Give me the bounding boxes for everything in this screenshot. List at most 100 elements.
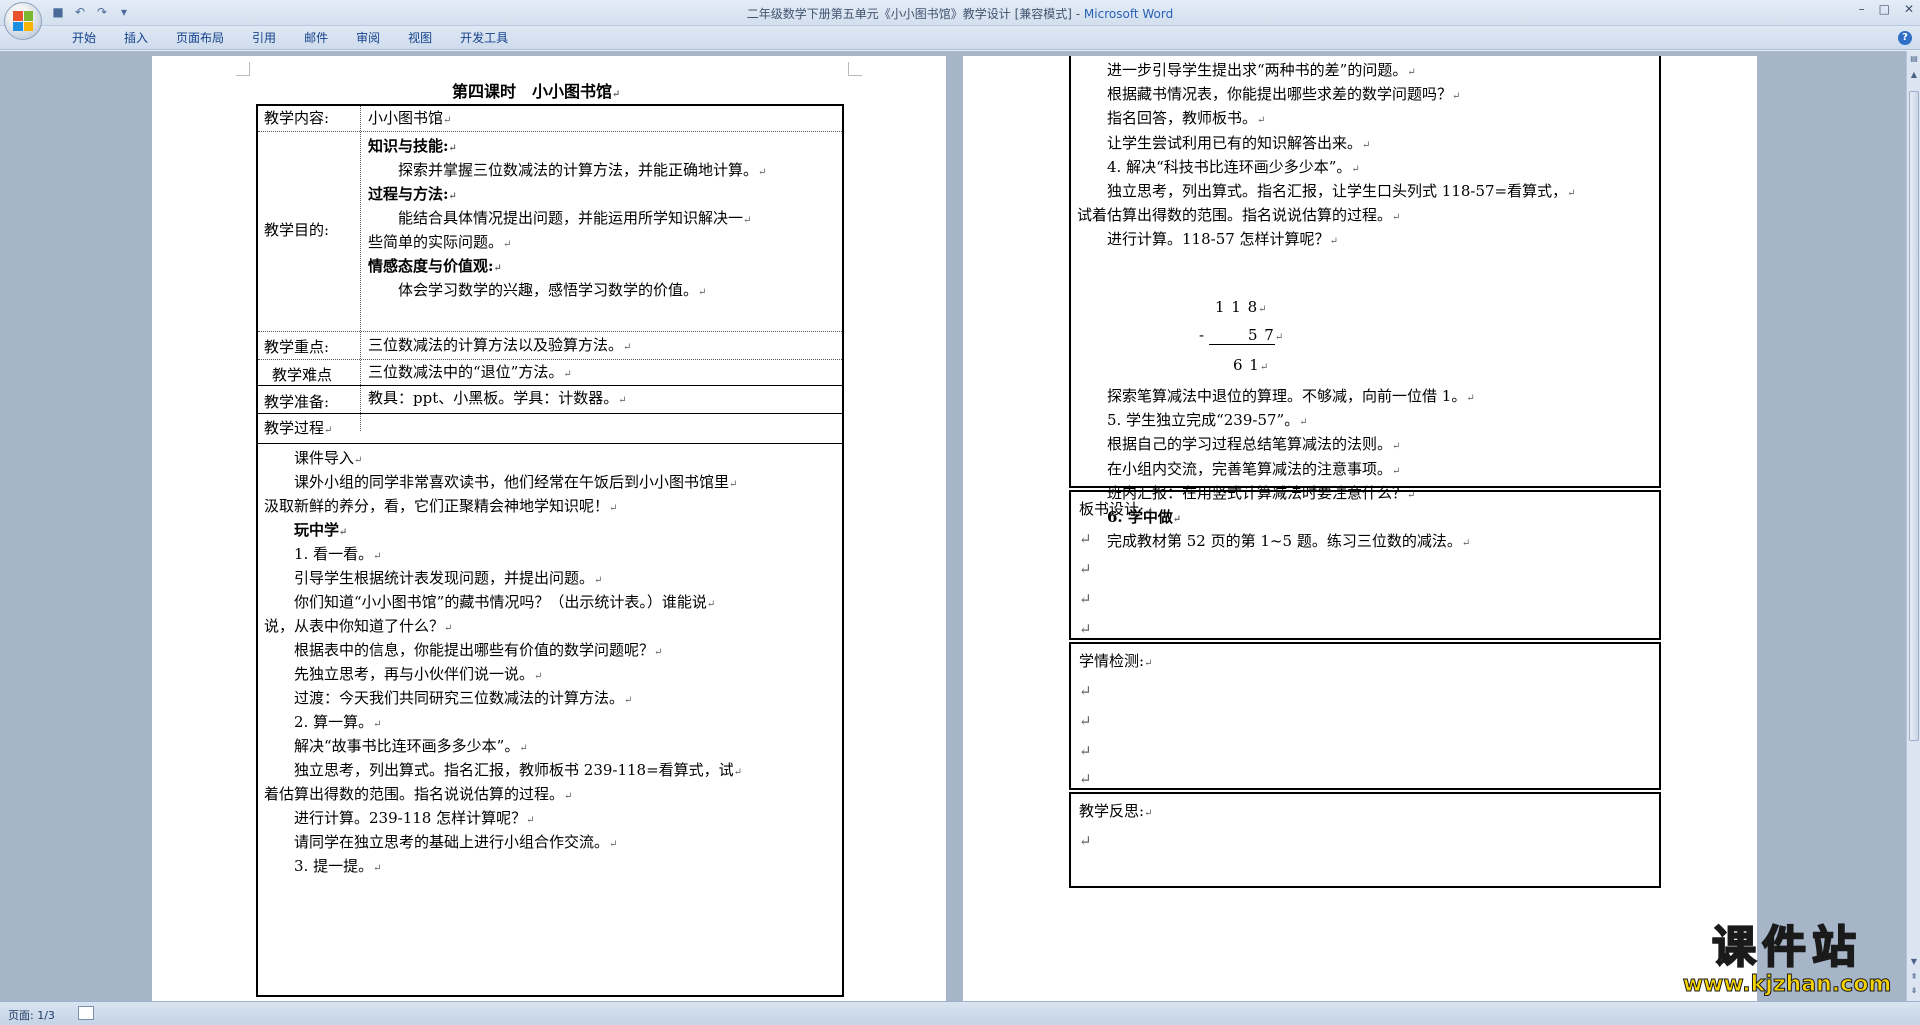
scroll-thumb[interactable] (1909, 91, 1919, 741)
watermark-main: 课件站 (1711, 922, 1862, 973)
scroll-down-icon[interactable]: ▼ (1908, 956, 1920, 968)
paragraph-line: 试着估算出得数的范围。指名说说估算的过程。↵ (1077, 206, 1401, 225)
paragraph-line: 说，从表中你知道了什么？↵ (264, 617, 453, 635)
paragraph-line: 独立思考，列出算式。指名汇报，教师板书 239-118=看算式，试↵ (294, 761, 743, 779)
paragraph-line: 4. 解决“科技书比连环画少多少本”。↵ (1107, 157, 1360, 176)
tab-6[interactable]: 视图 (394, 30, 446, 46)
next-page-icon[interactable]: ⇟ (1908, 985, 1920, 997)
paragraph-line: 引导学生根据统计表发现问题，并提出问题。↵ (294, 569, 603, 587)
empty-paragraph: ↵ (1079, 590, 1092, 608)
paragraph-line: 情感态度与价值观:↵ (368, 257, 502, 275)
paragraph-line: 进行计算。118-57 怎样计算呢？↵ (1107, 230, 1338, 249)
calc-minus-line: - 5 7↵ (1199, 326, 1284, 345)
page-2: 进一步引导学生提出求“两种书的差”的问题。↵ 根据藏书情况表，你能提出哪些求差的数… (963, 56, 1757, 1001)
empty-paragraph: ↵ (1079, 530, 1092, 548)
paragraph-line: 知识与技能:↵ (368, 137, 457, 155)
prep-label: 教学准备: (264, 393, 330, 411)
document-area: 第四课时 小小图书馆↵ 教学内容: 小小图书馆↵ 教学目的: 知识与技能:↵ 探索… (0, 51, 1906, 1001)
paragraph-line: 进一步引导学生提出求“两种书的差”的问题。↵ (1107, 61, 1416, 79)
minimize-button[interactable]: – (1859, 2, 1865, 16)
help-icon[interactable]: ? (1898, 31, 1912, 45)
prep-value: 教具：ppt、小黑板。学具：计数器。↵ (368, 389, 627, 407)
paragraph-line: 探索笔算减法中退位的算理。不够减，向前一位借 1。↵ (1107, 387, 1475, 405)
calc-result: 6 1↵ (1233, 356, 1270, 374)
paragraph-line: 汲取新鲜的养分，看，它们正聚精会神地学知识呢！↵ (264, 497, 618, 515)
learning-check-label: 学情检测:↵ (1079, 652, 1153, 670)
lesson-table: 教学内容: 小小图书馆↵ 教学目的: 知识与技能:↵ 探索并掌握三位数减法的计算方… (256, 104, 844, 997)
difficulty-label: 教学难点 (272, 366, 333, 384)
tab-4[interactable]: 邮件 (290, 30, 342, 46)
watermark-logo: 课件站 www.kjzhan.com (1672, 922, 1902, 1000)
paragraph-line: 能结合具体情况提出问题，并能运用所学知识解决一↵ (398, 209, 752, 227)
tab-list: 开始 插入 页面布局 引用 邮件 审阅 视图 开发工具 (58, 30, 522, 46)
table-row: 教学过程↵ (258, 414, 842, 444)
tab-3[interactable]: 引用 (238, 30, 290, 46)
paragraph-line: 过程与方法:↵ (368, 185, 457, 203)
board-design-label: 板书设计:↵ (1079, 500, 1153, 518)
key-point-label: 教学重点: (264, 338, 330, 356)
goal-lines: 知识与技能:↵ 探索并掌握三位数减法的计算方法，并能正确地计算。↵ 过程与方法:↵ 能… (368, 134, 842, 302)
paragraph-line: 进行计算。239-118 怎样计算呢？↵ (294, 809, 535, 827)
paragraph-line: 玩中学↵ (294, 521, 348, 539)
paragraph-line: 5. 学生独立完成“239-57”。↵ (1107, 411, 1308, 430)
ruler-toggle-icon[interactable]: ▤ (1908, 53, 1920, 65)
office-logo-icon (13, 11, 33, 31)
prev-page-icon[interactable]: ⇞ (1908, 971, 1920, 983)
maximize-button[interactable]: □ (1879, 2, 1890, 16)
office-button[interactable] (4, 2, 42, 40)
tab-2[interactable]: 页面布局 (162, 30, 238, 46)
empty-paragraph: ↵ (1079, 620, 1092, 638)
process-body: 课件导入↵ 课外小组的同学非常喜欢读书，他们经常在午饭后到小小图书馆里↵ 汲取新鲜的… (264, 446, 838, 878)
tab-0[interactable]: 开始 (58, 30, 110, 46)
board-design-table: 板书设计:↵ ↵ ↵ ↵ ↵ (1069, 490, 1661, 640)
lesson-heading: 第四课时 小小图书馆↵ (452, 82, 621, 101)
vertical-scrollbar[interactable]: ▤ ▲ ▼ ⇞ ⇟ (1906, 51, 1920, 1001)
calc-top: 1 1 8↵ (1215, 298, 1268, 316)
paragraph-line: 2. 算一算。↵ (294, 713, 382, 731)
paragraph-line: 着估算出得数的范围。指名说说估算的过程。↵ (264, 785, 573, 803)
goal-label: 教学目的: (264, 221, 330, 239)
ribbon-tabs: 开始 插入 页面布局 引用 邮件 审阅 视图 开发工具 ? (0, 26, 1920, 50)
title-bar: ■ ↶ ↷ ▾ 二年级数学下册第五单元《小小图书馆》教学设计 [兼容模式] - … (0, 0, 1920, 40)
margin-marker (848, 62, 862, 76)
paragraph-line: 课外小组的同学非常喜欢读书，他们经常在午饭后到小小图书馆里↵ (294, 473, 738, 491)
proofing-icon[interactable] (78, 1006, 94, 1020)
paragraph-line: 独立思考，列出算式。指名汇报，让学生口头列式 118-57=看算式，↵ (1107, 181, 1576, 200)
paragraph-line: 指名回答，教师板书。↵ (1107, 109, 1266, 128)
calc-subtrahend: 5 7 (1208, 326, 1275, 345)
content-label: 教学内容: (264, 109, 330, 127)
window-controls: – □ ✕ (1859, 2, 1914, 16)
document-title: 二年级数学下册第五单元《小小图书馆》教学设计 [兼容模式] - (746, 7, 1084, 21)
status-bar: 页面: 1/3 (0, 1001, 1920, 1025)
window-title: 二年级数学下册第五单元《小小图书馆》教学设计 [兼容模式] - Microsof… (0, 5, 1920, 22)
paragraph-line: 过渡：今天我们共同研究三位数减法的计算方法。↵ (294, 689, 633, 707)
tab-1[interactable]: 插入 (110, 30, 162, 46)
paragraph-line: 3. 提一提。↵ (294, 857, 382, 875)
page-count[interactable]: 页面: 1/3 (8, 1007, 55, 1023)
empty-paragraph: ↵ (1079, 742, 1092, 760)
reflection-label: 教学反思:↵ (1079, 802, 1153, 820)
table-row: 教学准备: 教具：ppt、小黑板。学具：计数器。↵ (258, 386, 842, 414)
tab-5[interactable]: 审阅 (342, 30, 394, 46)
page-1: 第四课时 小小图书馆↵ 教学内容: 小小图书馆↵ 教学目的: 知识与技能:↵ 探索… (152, 56, 946, 1001)
paragraph-line: 探索并掌握三位数减法的计算方法，并能正确地计算。↵ (398, 161, 767, 179)
paragraph-line: 在小组内交流，完善笔算减法的注意事项。↵ (1107, 459, 1401, 478)
table-row: 教学目的: 知识与技能:↵ 探索并掌握三位数减法的计算方法，并能正确地计算。↵ 过程… (258, 132, 842, 332)
watermark-url: www.kjzhan.com (1682, 972, 1892, 998)
paragraph-line: 1. 看一看。↵ (294, 545, 382, 563)
table-row: 教学重点: 三位数减法的计算方法以及验算方法。↵ (258, 332, 842, 360)
paragraph-line: 你们知道“小小图书馆”的藏书情况吗？（出示统计表。）谁能说↵ (294, 593, 716, 611)
margin-marker (236, 62, 250, 76)
close-button[interactable]: ✕ (1904, 2, 1914, 16)
table-row: 教学内容: 小小图书馆↵ (258, 106, 842, 132)
paragraph-line: 体会学习数学的兴趣，感悟学习数学的价值。↵ (398, 281, 707, 299)
paragraph-line: 根据藏书情况表，你能提出哪些求差的数学问题吗？↵ (1107, 85, 1461, 104)
process-label: 教学过程↵ (264, 419, 333, 437)
scroll-up-icon[interactable]: ▲ (1908, 69, 1920, 81)
paragraph-line: 请同学在独立思考的基础上进行小组合作交流。↵ (294, 833, 618, 851)
empty-paragraph: ↵ (1079, 560, 1092, 578)
tab-7[interactable]: 开发工具 (446, 30, 522, 46)
calc-minus: - (1199, 326, 1205, 344)
paragraph-line: 课件导入↵ (294, 449, 363, 467)
paragraph-line: 解决“故事书比连环画多多少本”。↵ (294, 737, 528, 755)
